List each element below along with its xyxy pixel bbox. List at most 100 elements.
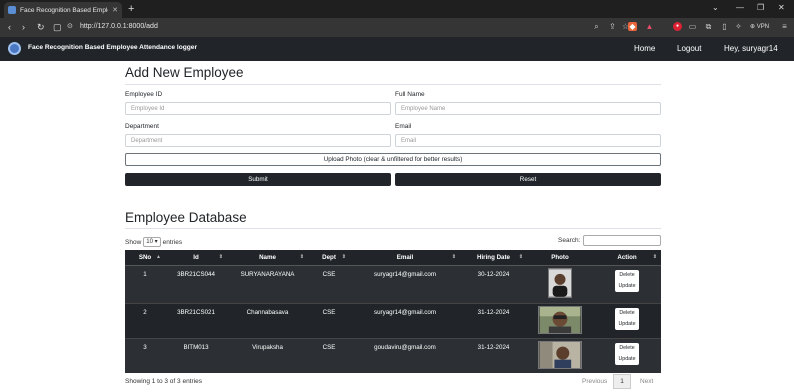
table-row: 2 3BR21CS021 Channabasava CSE suryagr14@… (125, 302, 661, 338)
action-group: Delete Update (615, 307, 639, 330)
forward-icon[interactable]: › (22, 22, 25, 32)
new-tab-icon[interactable]: + (128, 2, 134, 16)
employee-id-input[interactable]: Employee Id (125, 102, 391, 115)
sort-icon: ⇕ (341, 254, 346, 260)
column-header-sno[interactable]: SNo ▲ (125, 250, 165, 266)
cell-name: SURYANARAYANA (227, 264, 308, 303)
url-field[interactable]: http://127.0.0.1:8000/add (80, 22, 158, 32)
vpn-label: VPN (756, 24, 770, 30)
cell-email: suryagr14@gmail.com (350, 302, 460, 338)
department-input[interactable]: Department (125, 134, 391, 147)
page-1-button[interactable]: 1 (613, 374, 631, 389)
column-header-action[interactable]: Action ⇕ (593, 250, 661, 266)
cell-id: 3BR21CS021 (165, 302, 227, 338)
nav-logout-link[interactable]: Logout (677, 44, 701, 53)
cell-photo (527, 264, 593, 303)
cell-dept: CSE (308, 337, 350, 373)
close-window-icon[interactable]: ✕ (778, 3, 785, 12)
previous-page-button[interactable]: Previous (582, 378, 607, 385)
cell-sno: 1 (125, 264, 165, 303)
nav-home-link[interactable]: Home (634, 44, 655, 53)
next-page-button[interactable]: Next (640, 378, 653, 385)
reload-icon[interactable]: ↻ (37, 22, 45, 32)
cell-action: Delete Update (593, 337, 661, 373)
cell-sno: 3 (125, 337, 165, 373)
column-header-hiring-date[interactable]: Hiring Date ⇕ (460, 250, 527, 266)
menu-icon[interactable]: ≡ (780, 22, 789, 31)
column-header-name[interactable]: Name ⇕ (227, 250, 308, 266)
zoom-icon[interactable]: ⌕ (592, 22, 601, 31)
cell-name: Virupaksha (227, 337, 308, 373)
table-row: 3 BITM013 Virupaksha CSE goudaviru@gmail… (125, 337, 661, 373)
brave-shield-icon[interactable]: ◆ (628, 22, 637, 31)
column-header-dept[interactable]: Dept ⇕ (308, 250, 350, 266)
database-title: Employee Database (125, 210, 247, 225)
back-icon[interactable]: ‹ (8, 22, 11, 32)
full-name-input[interactable]: Employee Name (395, 102, 661, 115)
column-header-id[interactable]: Id ⇕ (165, 250, 227, 266)
brave-rewards-icon[interactable]: ▲ (645, 22, 654, 31)
delete-button[interactable]: Delete (618, 309, 635, 318)
sort-icon: ⇕ (518, 254, 523, 260)
entries-label: entries (162, 238, 183, 246)
cell-photo (527, 337, 593, 373)
email-input[interactable]: Email (395, 134, 661, 147)
action-group: Delete Update (615, 269, 639, 292)
update-button[interactable]: Update (618, 320, 635, 329)
cast-icon[interactable]: ▭ (688, 22, 697, 31)
column-header-email[interactable]: Email ⇕ (350, 250, 460, 266)
column-header-label: SNo (138, 253, 152, 261)
employee-photo (538, 340, 582, 369)
delete-button[interactable]: Delete (618, 344, 635, 353)
cell-email: suryagr14@gmail.com (350, 264, 460, 303)
update-button[interactable]: Update (618, 355, 635, 364)
search-input[interactable] (583, 235, 661, 246)
column-header-label: Dept (322, 253, 336, 261)
browser-toolbar: ‹ › ↻ ▢ ⊙ http://127.0.0.1:8000/add ⌕ ⇪ … (0, 18, 794, 37)
table-header-row: SNo ▲ Id ⇕ Name ⇕ Dept ⇕ Email ⇕ Hiring Date ⇕… (125, 250, 661, 266)
user-greeting[interactable]: Hey, suryagr14 (724, 44, 778, 53)
upload-photo-button[interactable]: Upload Photo (clear & unfiltered for bet… (125, 153, 661, 166)
tab-search-icon[interactable]: ⌄ (712, 3, 719, 12)
cell-action: Delete Update (593, 302, 661, 338)
bookmark-icon[interactable]: ▢ (53, 22, 62, 32)
sort-icon: ⇕ (451, 254, 456, 260)
ai-icon[interactable]: ✧ (734, 22, 743, 31)
column-header-label: Hiring Date (476, 253, 510, 261)
delete-button[interactable]: Delete (618, 271, 635, 280)
close-tab-icon[interactable]: ✕ (112, 6, 118, 14)
vpn-button[interactable]: ⊕ VPN (750, 23, 769, 30)
reset-button[interactable]: Reset (395, 173, 661, 186)
cell-hiring-date: 30-12-2024 (460, 264, 527, 303)
extension-icon[interactable]: ● (673, 22, 682, 31)
cell-name: Channabasava (227, 302, 308, 338)
sort-icon: ⇕ (218, 254, 223, 260)
cell-sno: 2 (125, 302, 165, 338)
logo-icon (8, 42, 21, 55)
cell-id: 3BR21CS044 (165, 264, 227, 303)
sidebar-icon[interactable]: ▯ (720, 22, 729, 31)
cell-dept: CSE (308, 302, 350, 338)
employee-photo (548, 267, 572, 298)
update-button[interactable]: Update (618, 282, 635, 291)
tab-favicon-icon (8, 6, 16, 14)
table-row: 1 3BR21CS044 SURYANARAYANA CSE suryagr14… (125, 264, 661, 303)
extensions-icon[interactable]: ⧉ (704, 22, 713, 31)
minimize-icon[interactable]: — (736, 3, 744, 12)
cell-photo (527, 302, 593, 338)
browser-tab-bar: Face Recognition Based Employ ✕ + ⌄ — ❐ … (0, 0, 794, 18)
share-icon[interactable]: ⇪ (608, 22, 617, 31)
brand-title[interactable]: Face Recognition Based Employee Attendan… (28, 44, 197, 51)
action-group: Delete Update (615, 342, 639, 365)
site-info-icon[interactable]: ⊙ (67, 22, 73, 32)
divider (125, 84, 661, 85)
show-label: Show (125, 238, 142, 246)
entries-select[interactable]: 10 ▾ (143, 237, 161, 247)
browser-tab[interactable]: Face Recognition Based Employ ✕ (4, 2, 122, 18)
employee-photo (538, 305, 582, 334)
column-header-photo[interactable]: Photo (527, 250, 593, 266)
cell-hiring-date: 31-12-2024 (460, 337, 527, 373)
maximize-icon[interactable]: ❐ (757, 3, 764, 12)
entries-value: 10 (146, 239, 153, 245)
submit-button[interactable]: Submit (125, 173, 391, 186)
